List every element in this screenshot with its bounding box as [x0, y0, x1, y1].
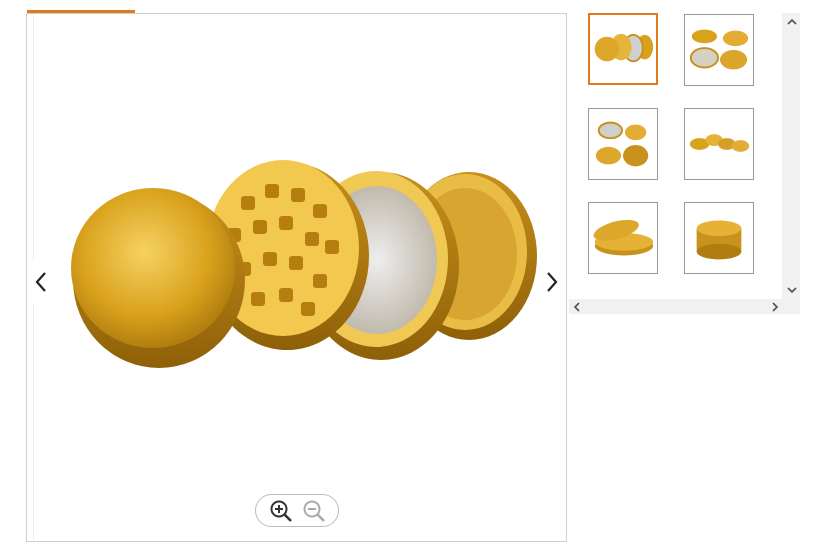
thumbnail-1[interactable]: [588, 13, 658, 85]
thumbnail-panel: [569, 13, 800, 314]
thumbnail-5[interactable]: [588, 202, 658, 274]
grinder-top-view-thumbnail-icon: [689, 29, 749, 70]
scroll-down-button[interactable]: [784, 282, 799, 297]
thumbnail-2[interactable]: [684, 14, 754, 86]
scroll-up-arrow-icon: [786, 18, 797, 25]
scroll-left-arrow-icon: [573, 301, 580, 312]
grinder-stacked-parts-thumbnail-icon: [689, 134, 750, 152]
thumbnail-grid: [569, 13, 782, 299]
chevron-right-icon: [547, 272, 558, 292]
zoom-out-button[interactable]: [301, 498, 327, 524]
scroll-right-button[interactable]: [767, 299, 782, 314]
next-image-button[interactable]: [539, 260, 565, 304]
grinder-all-parts-thumbnail-icon: [594, 33, 654, 63]
scroll-right-arrow-icon: [771, 301, 778, 312]
zoom-in-button[interactable]: [268, 498, 294, 524]
horizontal-scrollbar[interactable]: [569, 299, 800, 314]
scroll-left-button[interactable]: [569, 299, 584, 314]
grinder-product-icon: [71, 160, 537, 368]
main-product-image[interactable]: [51, 144, 543, 374]
main-image-viewer: [26, 13, 567, 542]
grinder-half-open-thumbnail-icon: [593, 219, 654, 256]
thumbnail-3[interactable]: [588, 108, 658, 180]
scroll-up-button[interactable]: [784, 14, 799, 29]
grinder-open-lids-thumbnail-icon: [595, 121, 649, 167]
grinder-closed-thumbnail-icon: [696, 220, 742, 260]
zoom-controls: [255, 494, 339, 527]
zoom-out-icon: [303, 500, 325, 522]
thumbnail-4[interactable]: [684, 108, 754, 180]
scroll-down-arrow-icon: [786, 286, 797, 293]
previous-image-button[interactable]: [28, 260, 54, 304]
zoom-in-icon: [270, 500, 292, 522]
vertical-scrollbar[interactable]: [783, 13, 800, 299]
thumbnail-6[interactable]: [684, 202, 754, 274]
chevron-left-icon: [35, 272, 46, 292]
